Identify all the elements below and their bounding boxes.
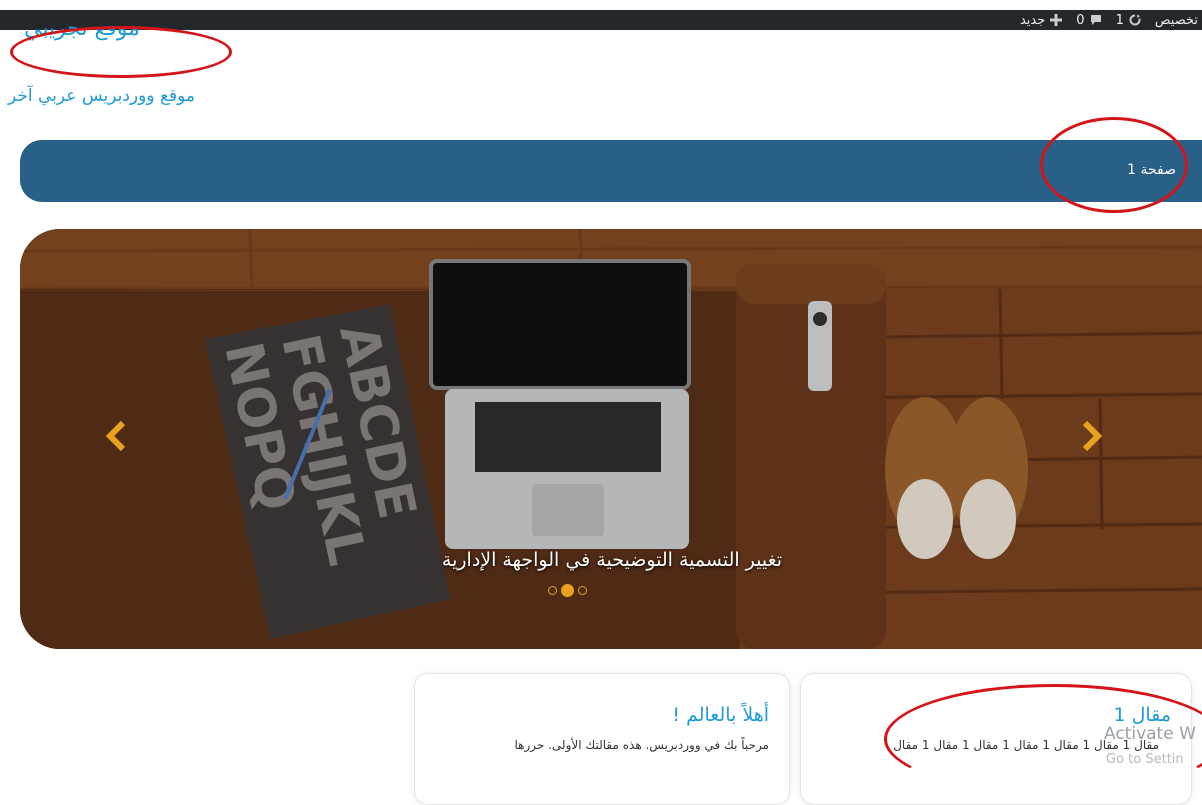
nav-item-page-1[interactable]: صفحة 1 (1127, 162, 1176, 178)
main-navigation: صفحة 1 (20, 140, 1202, 202)
chevron-right-icon (1082, 420, 1103, 452)
post-card: أهلاً بالعالم ! مرحباً بك في ووردبريس. ه… (414, 673, 790, 805)
customize-label: تخصيص (1154, 12, 1198, 28)
post-excerpt: مرحباً بك في ووردبريس. هذه مقالتك الأولى… (514, 738, 769, 752)
post-title[interactable]: أهلاً بالعالم ! (672, 704, 769, 726)
slide-image: ABCDE FGHIJKL NOPQ (20, 229, 1202, 649)
admin-comments-link[interactable]: 0 (1076, 13, 1101, 28)
chevron-left-icon (105, 420, 126, 452)
activation-watermark: Activate W (1104, 724, 1196, 744)
refresh-icon (1129, 14, 1141, 26)
slider-pagination (548, 584, 587, 597)
comment-icon (1090, 15, 1101, 25)
top-clip (0, 0, 1202, 2)
slider-dot[interactable] (578, 586, 587, 595)
plus-icon (1050, 14, 1063, 26)
image-slider: ABCDE FGHIJKL NOPQ تغيير التسمية التوضيح… (20, 229, 1202, 649)
new-label: جديد (1019, 12, 1046, 28)
activation-watermark-hint: Go to Settin (1106, 752, 1184, 767)
slider-dot[interactable] (548, 586, 557, 595)
admin-customize-link[interactable]: تخصيص (1155, 13, 1198, 28)
slide-caption: تغيير التسمية التوضيحية في الواجهة الإدا… (441, 549, 783, 571)
admin-new-link[interactable]: جديد (1019, 12, 1063, 28)
admin-updates-link[interactable]: 1 (1116, 13, 1141, 28)
admin-bar: تخصيص 1 0 جديد (0, 10, 1202, 30)
slider-dot-active[interactable] (561, 584, 574, 597)
slider-next-button[interactable] (1080, 419, 1120, 459)
slider-prev-button[interactable] (104, 419, 144, 459)
updates-count: 1 (1115, 12, 1124, 28)
comments-count: 0 (1076, 12, 1085, 28)
post-title[interactable]: مقال 1 (1113, 704, 1171, 726)
site-tagline: موقع ووردبريس عربي آخر (8, 86, 196, 106)
